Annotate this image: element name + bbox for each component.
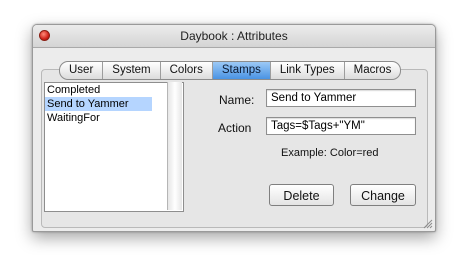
title-bar[interactable]: Daybook : Attributes	[33, 25, 435, 48]
attributes-window: Daybook : Attributes User System Colors …	[32, 24, 436, 232]
list-item[interactable]: Completed	[45, 83, 152, 97]
resize-grip-icon[interactable]	[423, 219, 433, 229]
delete-button[interactable]: Delete	[269, 184, 334, 206]
window-title: Daybook : Attributes	[180, 29, 288, 43]
action-label: Action	[218, 121, 252, 135]
tab-stamps[interactable]: Stamps	[212, 62, 271, 79]
tab-colors[interactable]: Colors	[161, 62, 213, 79]
tab-link-types[interactable]: Link Types	[271, 62, 345, 79]
name-field[interactable]	[266, 89, 416, 107]
change-button[interactable]: Change	[350, 184, 416, 206]
name-label: Name:	[219, 93, 255, 107]
tab-macros[interactable]: Macros	[345, 62, 401, 79]
tab-user[interactable]: User	[60, 62, 104, 79]
list-item[interactable]: Send to Yammer	[45, 97, 152, 111]
tab-bar: User System Colors Stamps Link Types Mac…	[59, 61, 402, 80]
stamps-list[interactable]: Completed Send to Yammer WaitingFor	[44, 82, 184, 212]
list-scrollbar[interactable]	[167, 82, 182, 210]
tab-system[interactable]: System	[103, 62, 161, 79]
example-hint: Example: Color=red	[281, 147, 379, 159]
list-item[interactable]: WaitingFor	[45, 111, 152, 125]
action-field[interactable]	[266, 117, 416, 135]
